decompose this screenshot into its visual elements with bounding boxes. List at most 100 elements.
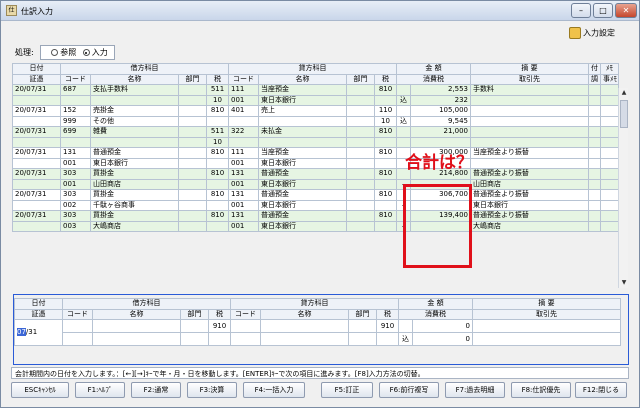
input-debit-sub-code[interactable] bbox=[62, 332, 93, 346]
credit-sub-tax bbox=[374, 178, 397, 190]
debit-sub-code: 001 bbox=[60, 157, 91, 169]
table-row[interactable]: 20/07/31 131 普通預金 810 111 当座預金 810 300,000 当座預金よ… bbox=[12, 147, 620, 159]
debit-sub-name bbox=[90, 136, 179, 148]
fkey-button-6[interactable]: F5:訂正 bbox=[321, 382, 373, 398]
debit-code: 303 bbox=[60, 168, 91, 180]
memo: 普通預金より振替 bbox=[470, 168, 590, 180]
header-partner: 取引先 bbox=[470, 73, 590, 85]
fkey-button-9[interactable]: F8:仕訳優先 bbox=[511, 382, 571, 398]
input-credit-name[interactable] bbox=[260, 319, 349, 333]
input-debit-name[interactable] bbox=[92, 319, 181, 333]
note-sub bbox=[600, 178, 620, 190]
input-setting-button[interactable]: 入力設定 bbox=[569, 27, 615, 39]
close-button[interactable]: ✕ bbox=[615, 3, 637, 18]
table-row-sub[interactable]: 999 その他 10 込 9,545 bbox=[12, 115, 620, 127]
partner bbox=[470, 115, 590, 127]
table-row[interactable]: 20/07/31 303 買掛金 810 131 普通預金 810 306,700 普通預金より… bbox=[12, 189, 620, 201]
fkey-button-10[interactable]: F12:閉じる bbox=[575, 382, 627, 398]
header-credit-tax: 税 bbox=[374, 73, 397, 85]
input-partner[interactable] bbox=[472, 332, 622, 346]
debit-tax: 810 bbox=[206, 210, 229, 222]
grid-scrollbar[interactable]: ▲ ▼ bbox=[618, 88, 628, 288]
credit-dept bbox=[346, 126, 375, 138]
input-debit-sub-name[interactable] bbox=[92, 332, 181, 346]
input-debit-tax[interactable]: 910 bbox=[208, 319, 231, 333]
input-credit-tax[interactable]: 910 bbox=[376, 319, 399, 333]
debit-dept bbox=[178, 189, 207, 201]
credit-tax: 810 bbox=[374, 189, 397, 201]
fkey-button-1[interactable]: ESCｷｬﾝｾﾙ bbox=[11, 382, 69, 398]
debit-sub-code: 002 bbox=[60, 199, 91, 211]
table-row[interactable]: 20/07/31 303 買掛金 810 131 普通預金 810 214,800 普通預金より… bbox=[12, 168, 620, 180]
input-credit-dept[interactable] bbox=[348, 319, 377, 333]
input-debit-dept[interactable] bbox=[180, 319, 209, 333]
debit-sub-dept bbox=[178, 178, 207, 190]
attach bbox=[588, 189, 602, 201]
table-row-sub[interactable]: 10 001 東日本銀行 込 232 bbox=[12, 94, 620, 106]
adjust bbox=[588, 178, 602, 190]
input-amount[interactable]: 0 bbox=[411, 319, 474, 333]
mode-view-label: 参照 bbox=[60, 48, 77, 57]
input-credit-sub-tax[interactable] bbox=[376, 332, 399, 346]
table-row[interactable]: 20/07/31 687 支払手数料 511 111 当座預金 810 2,553 手数料 bbox=[12, 84, 620, 96]
input-memo[interactable] bbox=[472, 319, 622, 333]
entry-voucher bbox=[12, 178, 61, 190]
input-credit-sub-code[interactable] bbox=[230, 332, 261, 346]
input-header-debit: 借方科目 bbox=[62, 298, 231, 310]
amount: 105,000 bbox=[409, 105, 472, 117]
scroll-thumb[interactable] bbox=[620, 100, 628, 128]
table-row[interactable]: 20/07/31 152 売掛金 810 401 売上 110 105,000 bbox=[12, 105, 620, 117]
fkey-button-4[interactable]: F3:決算 bbox=[187, 382, 237, 398]
table-row-sub[interactable]: 003 大嶋商店 001 東日本銀行 – 大嶋商店 bbox=[12, 220, 620, 232]
table-row-sub[interactable]: 001 山田商店 001 東日本銀行 – 山田商店 bbox=[12, 178, 620, 190]
input-debit-sub-dept[interactable] bbox=[180, 332, 209, 346]
input-row-1: 07/31 910 910 0 bbox=[14, 319, 622, 346]
credit-sub-dept bbox=[346, 94, 375, 106]
input-date-field[interactable]: 07/31 bbox=[14, 319, 63, 346]
minimize-button[interactable]: – bbox=[571, 3, 591, 18]
input-header-row-2: 証憑 コード 名称 部門 税 コード 名称 部門 税 消費税 取引先 bbox=[14, 308, 622, 320]
fkey-button-2[interactable]: F1:ﾍﾙﾌﾟ bbox=[75, 382, 125, 398]
memo: 当座預金より振替 bbox=[470, 147, 590, 159]
amount-mark bbox=[396, 105, 411, 117]
partner: 東日本銀行 bbox=[470, 199, 590, 211]
fkey-button-8[interactable]: F7:過去明細 bbox=[445, 382, 505, 398]
debit-tax: 511 bbox=[206, 84, 229, 96]
debit-dept bbox=[178, 126, 207, 138]
input-header-voucher: 証憑 bbox=[14, 308, 63, 320]
credit-sub-code: 001 bbox=[228, 94, 259, 106]
fkey-button-7[interactable]: F6:前行複写 bbox=[379, 382, 439, 398]
input-credit-code[interactable] bbox=[230, 319, 261, 333]
adjust bbox=[588, 136, 602, 148]
mode-view-radio[interactable] bbox=[51, 49, 59, 56]
table-row-sub[interactable]: 10 bbox=[12, 136, 620, 148]
table-row[interactable]: 20/07/31 303 買掛金 810 131 普通預金 810 139,400 普通預金より… bbox=[12, 210, 620, 222]
credit-tax: 810 bbox=[374, 147, 397, 159]
fkey-button-5[interactable]: F4:一括入力 bbox=[243, 382, 305, 398]
tax-amount bbox=[409, 136, 472, 148]
debit-code: 699 bbox=[60, 126, 91, 138]
input-debit-sub-tax[interactable] bbox=[208, 332, 231, 346]
input-credit-sub-name[interactable] bbox=[260, 332, 349, 346]
entry-voucher bbox=[12, 220, 61, 232]
table-row[interactable]: 20/07/31 699 雑費 511 322 未払金 810 21,000 bbox=[12, 126, 620, 138]
input-credit-sub-dept[interactable] bbox=[348, 332, 377, 346]
input-tax-amount[interactable]: 0 bbox=[411, 332, 474, 346]
input-header-debit-code: コード bbox=[62, 308, 93, 320]
table-row-sub[interactable]: 002 千駄ヶ谷商事 001 東日本銀行 – 東日本銀行 bbox=[12, 199, 620, 211]
memo: 普通預金より振替 bbox=[470, 189, 590, 201]
table-row-sub[interactable]: 001 東日本銀行 001 東日本銀行 bbox=[12, 157, 620, 169]
status-bar: 会計期間内の日付を入力します。：[←][→]ｷｰで年・月・日を移動します。[EN… bbox=[11, 367, 629, 379]
amount-mark bbox=[396, 126, 411, 138]
scroll-down-icon[interactable]: ▼ bbox=[619, 278, 629, 288]
maximize-button[interactable]: □ bbox=[593, 3, 613, 18]
mode-input-radio[interactable] bbox=[82, 49, 90, 56]
scroll-up-icon[interactable]: ▲ bbox=[619, 88, 629, 98]
header-note2: 事ﾒﾓ bbox=[600, 73, 620, 85]
fkey-button-3[interactable]: F2:通常 bbox=[131, 382, 181, 398]
input-debit-code[interactable] bbox=[62, 319, 93, 333]
header-voucher: 証憑 bbox=[12, 73, 61, 85]
input-header-credit-name: 名称 bbox=[260, 308, 349, 320]
window-title: 仕訳入力 bbox=[21, 7, 53, 16]
input-date-cursor: 07 bbox=[17, 328, 26, 336]
